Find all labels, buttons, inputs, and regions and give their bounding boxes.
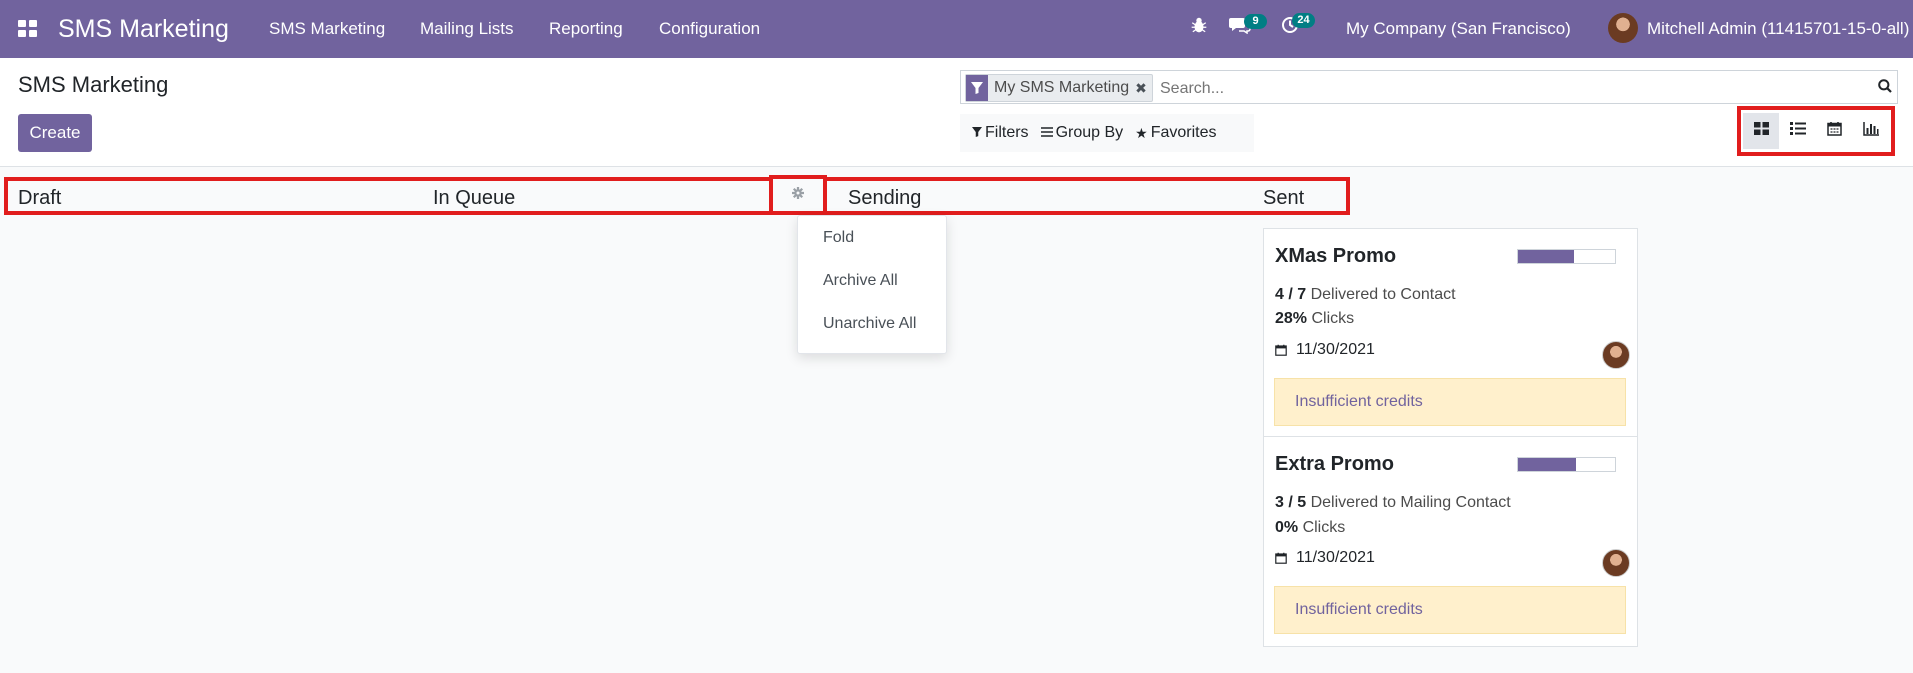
filter-funnel-icon [966, 75, 988, 101]
gear-icon [792, 186, 804, 204]
group-by-label: Group By [1055, 124, 1124, 141]
kanban-card[interactable]: XMas Promo 4 / 7 Delivered to Contact 28… [1263, 228, 1638, 438]
menu-reporting[interactable]: Reporting [549, 19, 623, 39]
schedule-date: 11/30/2021 [1296, 341, 1375, 358]
facet-label: My SMS Marketing [994, 79, 1130, 96]
favorites-label: Favorites [1150, 124, 1217, 141]
control-panel: SMS Marketing Create My SMS Marketing ✖ … [0, 58, 1913, 167]
calendar-view-button[interactable] [1816, 113, 1852, 149]
clicks-label: Clicks [1307, 310, 1355, 327]
insufficient-credits-alert[interactable]: Insufficient credits [1274, 378, 1626, 426]
search-input[interactable] [1158, 76, 1862, 102]
favorites-button[interactable]: ★ Favorites [1135, 124, 1216, 142]
column-sending-title[interactable]: Sending [848, 187, 921, 210]
delivered-label: Delivered to Contact [1306, 286, 1456, 303]
kanban-card[interactable]: Extra Promo 3 / 5 Delivered to Mailing C… [1263, 436, 1638, 647]
delivery-progress-bar [1517, 457, 1616, 472]
delivered-ratio: 4 / 7 [1275, 286, 1307, 303]
group-by-bars-icon [1040, 126, 1053, 140]
list-view-button[interactable] [1780, 113, 1816, 149]
progress-fill [1518, 250, 1575, 263]
company-switcher[interactable]: My Company (San Francisco) [1346, 19, 1571, 39]
menu-mailing-lists[interactable]: Mailing Lists [420, 19, 514, 39]
kanban-column-headers [4, 177, 1350, 215]
filters-button[interactable]: Filters [972, 124, 1029, 142]
clicks-value: 28% [1275, 310, 1308, 327]
dropdown-archive-all[interactable]: Archive All [823, 272, 898, 290]
responsible-avatar[interactable] [1602, 549, 1630, 577]
facet-remove-icon[interactable]: ✖ [1135, 80, 1152, 97]
list-icon [1789, 122, 1806, 140]
menu-configuration[interactable]: Configuration [659, 19, 760, 39]
menu-sms-marketing[interactable]: SMS Marketing [269, 19, 385, 39]
column-config-toggle[interactable] [769, 175, 827, 215]
calendar-icon [1827, 121, 1842, 141]
calendar-icon [1275, 552, 1287, 564]
kanban-icon [1753, 122, 1769, 140]
column-draft-title[interactable]: Draft [18, 187, 61, 210]
card-title: Extra Promo [1275, 453, 1394, 475]
messages-badge: 9 [1244, 14, 1267, 29]
clicks-value: 0% [1275, 519, 1299, 536]
clicks-stat: 0% Clicks [1275, 519, 1345, 537]
page-title: SMS Marketing [18, 72, 169, 97]
delivered-label: Delivered to Mailing Contact [1306, 494, 1511, 511]
group-by-button[interactable]: Group By [1040, 124, 1124, 142]
dropdown-unarchive-all[interactable]: Unarchive All [823, 315, 916, 333]
clicks-stat: 28% Clicks [1275, 310, 1354, 328]
filter-icon [972, 126, 982, 140]
bar-chart-icon [1863, 121, 1879, 141]
search-bar: My SMS Marketing ✖ [960, 70, 1898, 104]
schedule-date-row: 11/30/2021 [1275, 341, 1375, 359]
responsible-avatar[interactable] [1602, 341, 1630, 369]
column-sent-title[interactable]: Sent [1263, 187, 1304, 210]
user-menu[interactable]: Mitchell Admin (11415701-15-0-all) [1647, 19, 1909, 39]
top-navbar: SMS Marketing SMS Marketing Mailing List… [0, 0, 1913, 58]
calendar-icon [1275, 344, 1287, 356]
schedule-date-row: 11/30/2021 [1275, 549, 1375, 567]
activities-badge: 24 [1292, 13, 1315, 28]
graph-view-button[interactable] [1853, 113, 1889, 149]
insufficient-credits-alert[interactable]: Insufficient credits [1274, 586, 1626, 634]
card-title: XMas Promo [1275, 245, 1397, 267]
schedule-date: 11/30/2021 [1296, 549, 1375, 566]
progress-fill [1518, 458, 1577, 471]
column-in-queue-title[interactable]: In Queue [433, 187, 515, 210]
column-config-dropdown: Fold Archive All Unarchive All [797, 215, 947, 354]
apps-menu-icon[interactable] [18, 20, 38, 38]
debug-bug-icon[interactable] [1190, 16, 1208, 40]
view-switcher [1737, 106, 1895, 156]
kanban-view-button[interactable] [1743, 113, 1780, 149]
dropdown-fold[interactable]: Fold [823, 229, 854, 247]
search-options-bar: Filters Group By ★ Favorites [960, 114, 1254, 152]
clicks-label: Clicks [1298, 519, 1346, 536]
search-facet: My SMS Marketing ✖ [965, 74, 1153, 102]
delivered-ratio: 3 / 5 [1275, 494, 1307, 511]
app-brand[interactable]: SMS Marketing [58, 14, 229, 44]
filters-label: Filters [985, 124, 1029, 141]
star-icon: ★ [1135, 124, 1148, 141]
delivered-stat: 3 / 5 Delivered to Mailing Contact [1275, 494, 1511, 512]
create-button[interactable]: Create [18, 114, 92, 152]
delivery-progress-bar [1517, 249, 1616, 264]
search-icon[interactable] [1878, 79, 1892, 93]
delivered-stat: 4 / 7 Delivered to Contact [1275, 286, 1456, 304]
user-avatar[interactable] [1608, 13, 1638, 43]
